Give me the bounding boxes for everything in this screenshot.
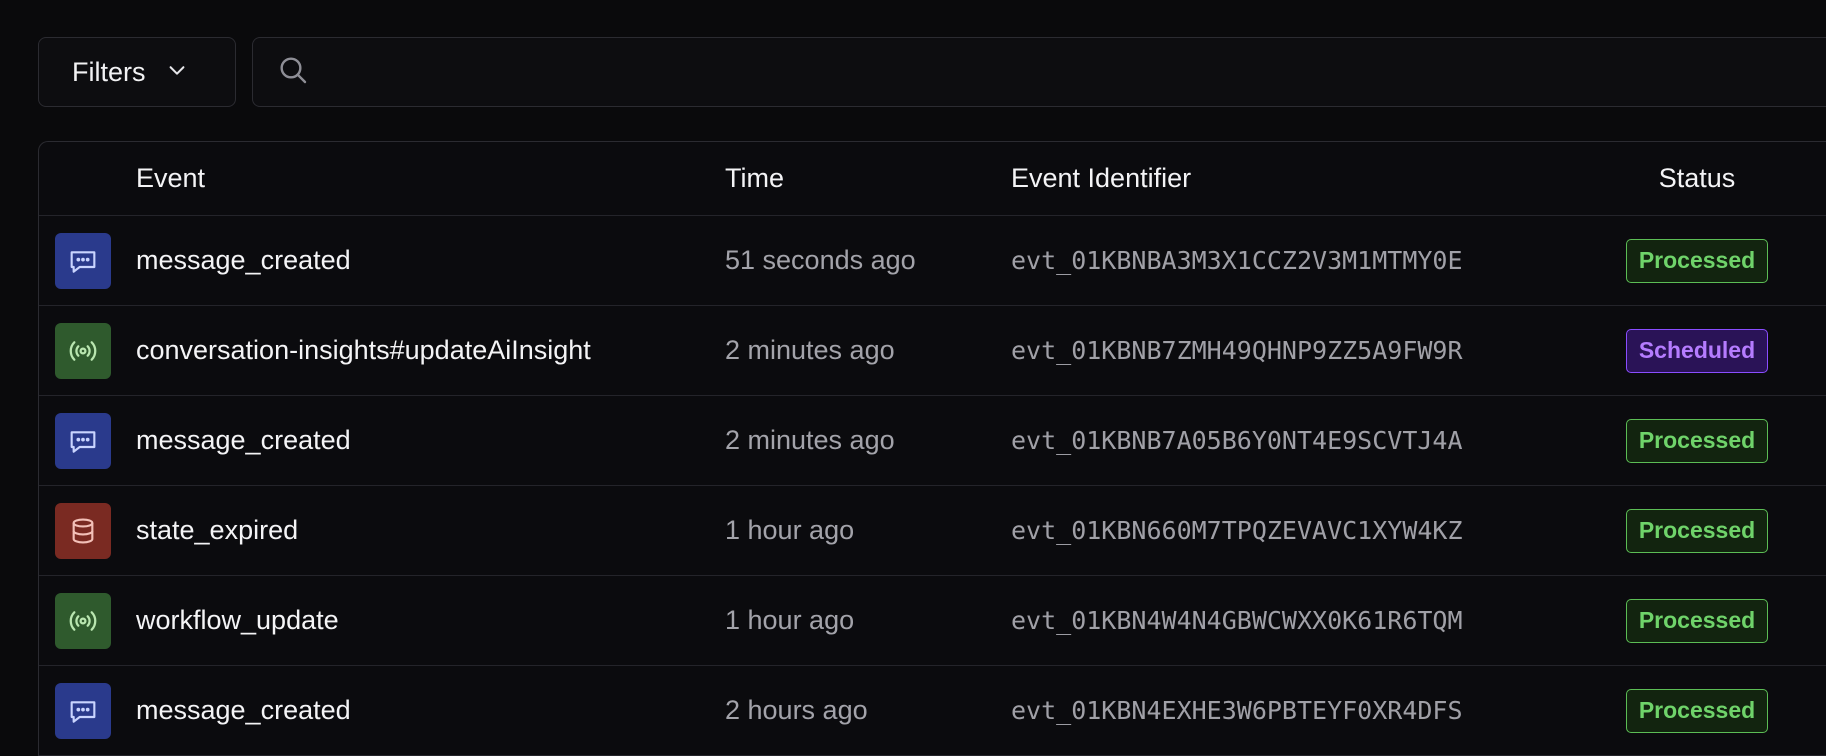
event-name[interactable]: workflow_update bbox=[136, 576, 339, 665]
event-time: 2 minutes ago bbox=[725, 425, 895, 455]
filters-label: Filters bbox=[72, 56, 146, 87]
status-badge: Processed bbox=[1625, 688, 1769, 733]
status-badge: Processed bbox=[1625, 238, 1769, 283]
table-row[interactable]: state_expired 1 hour ago evt_01KBN660M7TPQ… bbox=[39, 486, 1826, 576]
event-time: 2 minutes ago bbox=[725, 335, 895, 365]
column-header-event[interactable]: Event bbox=[136, 142, 205, 215]
event-name[interactable]: message_created bbox=[136, 216, 351, 305]
search-input[interactable] bbox=[309, 37, 1826, 107]
event-identifier[interactable]: evt_01KBN4W4N4GBWCWXX0K61R6TQM bbox=[1011, 576, 1463, 665]
event-identifier[interactable]: evt_01KBN660M7TPQZEVAVC1XYW4KZ bbox=[1011, 486, 1463, 575]
status-cell: Processed bbox=[1622, 396, 1772, 485]
event-time: 2 hours ago bbox=[725, 695, 868, 725]
database-icon bbox=[55, 502, 111, 559]
event-time: 51 seconds ago bbox=[725, 245, 916, 275]
chevron-down-icon bbox=[166, 57, 188, 88]
status-cell: Processed bbox=[1622, 486, 1772, 575]
event-type-cell bbox=[55, 396, 111, 485]
event-time: 1 hour ago bbox=[725, 515, 855, 545]
status-cell: Processed bbox=[1622, 576, 1772, 665]
table-body: message_created 51 seconds ago evt_01KBNBA… bbox=[39, 216, 1826, 756]
event-identifier[interactable]: evt_01KBNB7ZMH49QHNP9ZZ5A9FW9R bbox=[1011, 306, 1463, 395]
message-icon bbox=[55, 412, 111, 469]
status-cell: Processed bbox=[1622, 666, 1772, 755]
event-identifier[interactable]: evt_01KBN4EXHE3W6PBTEYF0XR4DFS bbox=[1011, 666, 1463, 755]
status-badge: Processed bbox=[1625, 508, 1769, 553]
event-name[interactable]: state_expired bbox=[136, 486, 298, 575]
event-type-cell bbox=[55, 216, 111, 305]
column-header-identifier[interactable]: Event Identifier bbox=[1011, 142, 1191, 215]
table-row[interactable]: conversation-insights#updateAiInsight 2 m… bbox=[39, 306, 1826, 396]
message-icon bbox=[55, 682, 111, 739]
column-header-status[interactable]: Status bbox=[1622, 142, 1772, 215]
message-icon bbox=[55, 232, 111, 289]
event-type-cell bbox=[55, 576, 111, 665]
table-row[interactable]: message_created 2 hours ago evt_01KBN4EXHE… bbox=[39, 666, 1826, 756]
filters-button[interactable]: Filters bbox=[38, 37, 236, 107]
status-badge: Processed bbox=[1625, 418, 1769, 463]
event-identifier[interactable]: evt_01KBNB7A05B6Y0NT4E9SCVTJ4A bbox=[1011, 396, 1463, 485]
event-identifier[interactable]: evt_01KBNBA3M3X1CCZ2V3M1MTMY0E bbox=[1011, 216, 1463, 305]
status-cell: Processed bbox=[1622, 216, 1772, 305]
search-icon bbox=[277, 54, 309, 91]
column-header-time[interactable]: Time bbox=[725, 142, 784, 215]
search-box[interactable] bbox=[252, 37, 1826, 107]
event-type-cell bbox=[55, 666, 111, 755]
events-table: Event Time Event Identifier Status messa… bbox=[38, 141, 1826, 756]
table-row[interactable]: message_created 51 seconds ago evt_01KBNBA… bbox=[39, 216, 1826, 306]
broadcast-icon bbox=[55, 322, 111, 379]
event-name[interactable]: message_created bbox=[136, 666, 351, 755]
event-type-cell bbox=[55, 486, 111, 575]
status-cell: Scheduled bbox=[1622, 306, 1772, 395]
status-badge: Scheduled bbox=[1625, 328, 1769, 373]
event-name[interactable]: message_created bbox=[136, 396, 351, 485]
broadcast-icon bbox=[55, 592, 111, 649]
status-badge: Processed bbox=[1625, 598, 1769, 643]
table-row[interactable]: workflow_update 1 hour ago evt_01KBN4W4N4G… bbox=[39, 576, 1826, 666]
table-header: Event Time Event Identifier Status bbox=[39, 142, 1826, 216]
table-row[interactable]: message_created 2 minutes ago evt_01KBNB7A… bbox=[39, 396, 1826, 486]
event-time: 1 hour ago bbox=[725, 605, 855, 635]
toolbar: Filters bbox=[38, 37, 1826, 109]
event-type-cell bbox=[55, 306, 111, 395]
event-name[interactable]: conversation-insights#updateAiInsight bbox=[136, 306, 591, 395]
